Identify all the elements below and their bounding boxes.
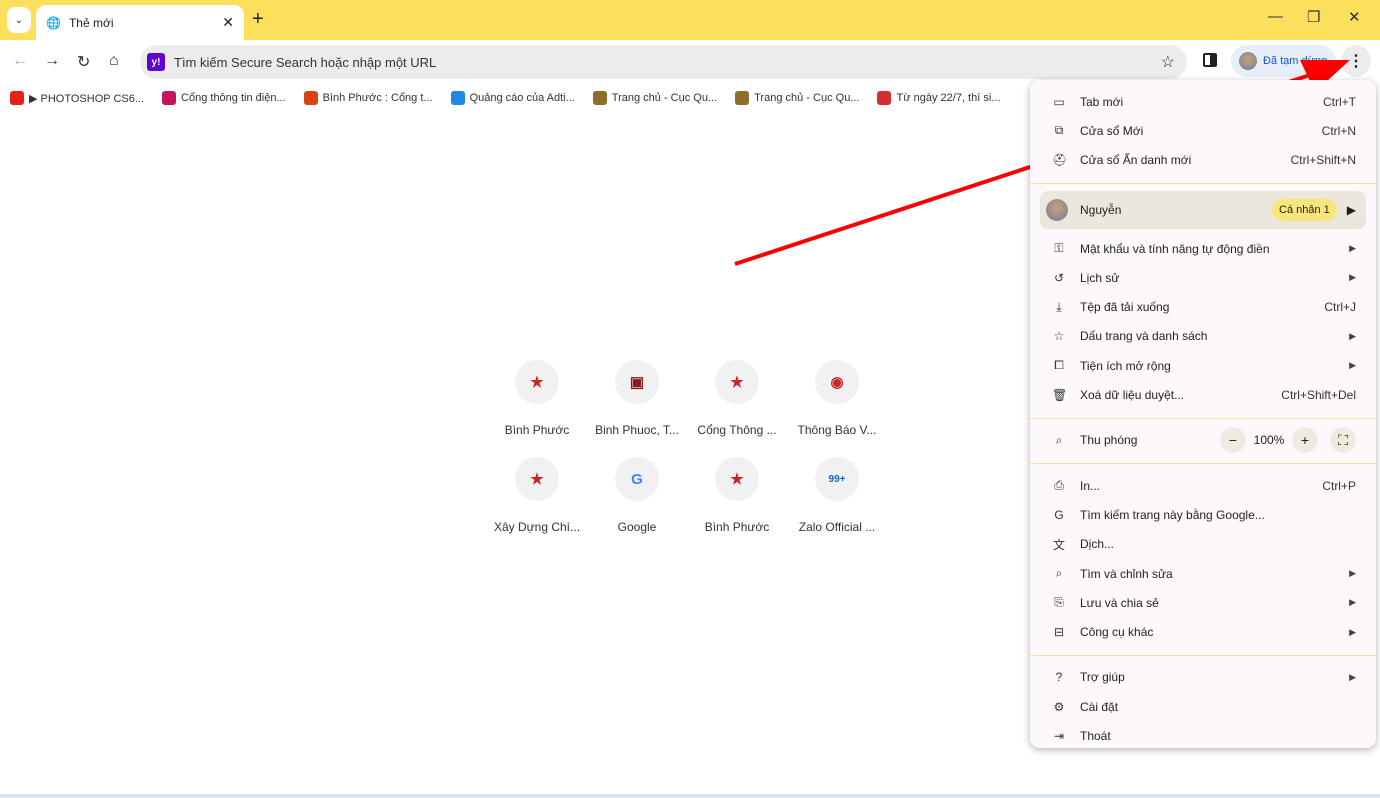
menu-item-shortcut: Ctrl+Shift+Del [1281,388,1356,403]
menu-item-shortcut: Ctrl+P [1322,478,1356,493]
star-icon: ☆ [1053,329,1065,344]
menu-item-find[interactable]: ⌕ Tìm và chỉnh sửa ▶ [1030,559,1376,588]
menu-item-label: Cửa sổ Mới [1080,123,1144,138]
menu-item-translate[interactable]: 文 Dịch... [1030,530,1376,559]
menu-item-label: Dấu trang và danh sách [1080,329,1208,344]
settings-icon: ⚙ [1053,699,1065,714]
download-icon: ⤓ [1056,299,1062,314]
menu-item-shortcut: Ctrl+N [1321,123,1356,138]
menu-item-label: Tiện ích mở rộng [1080,358,1171,373]
zoom-controls: −100% + ⛶ [1220,427,1356,454]
zoom-out-button[interactable]: − [1220,427,1246,454]
fullscreen-button[interactable]: ⛶ [1330,427,1356,454]
find-icon: ⌕ [1055,566,1063,580]
chevron-right-icon: ▶ [1346,202,1356,217]
menu-item-label: Tab mới [1080,94,1124,109]
zoom-level: 100% [1253,433,1285,448]
menu-item-settings[interactable]: ⚙ Cài đặt [1030,692,1376,721]
menu-item-label: Thu phóng [1080,433,1138,448]
menu-item-extension[interactable]: ⧠ Tiện ích mở rộng ▶ [1030,351,1376,380]
menu-item-exit[interactable]: ⇥ Thoát [1030,721,1376,750]
save-share-icon: ⎘ [1054,595,1064,610]
menu-item-help[interactable]: ? Trợ giúp ▶ [1030,663,1376,692]
menu-divider [1030,410,1376,426]
menu-item-zoom: ⌕ Thu phóng −100% + ⛶ [1030,426,1376,455]
menu-item-label: Cửa sổ Ẩn danh mới [1080,153,1192,168]
menu-item-shortcut: Ctrl+Shift+N [1290,153,1356,168]
incognito-icon: ⛑ [1052,153,1068,168]
profile-name: Nguyễn [1080,202,1122,217]
menu-item-label: Dịch... [1080,537,1115,552]
chrome-menu: ▭ Tab mới Ctrl+T ⧉ Cửa sổ Mới Ctrl+N ⛑ Cửa sổ Ẩ… [1030,80,1376,748]
menu-item-print[interactable]: ⎙ In... Ctrl+P [1030,471,1376,500]
menu-item-download[interactable]: ⤓ Tệp đã tải xuống Ctrl+J [1030,292,1376,321]
menu-item-label: Tìm kiếm trang này bằng Google... [1080,507,1265,522]
toolbox-icon: ⊟ [1053,625,1065,640]
menu-item-label: Lưu và chia sẻ [1080,595,1159,610]
menu-item-label: Mật khẩu và tính năng tự động điền [1080,241,1270,256]
translate-icon: 文 [1052,537,1065,552]
history-icon: ↺ [1053,270,1065,285]
chevron-right-icon: ▶ [1349,360,1356,371]
avatar [1046,198,1068,221]
chevron-right-icon: ▶ [1349,597,1356,608]
menu-item-label: In... [1080,478,1101,493]
menu-item-label: Lịch sử [1080,270,1120,285]
new-window-icon: ⧉ [1054,123,1064,138]
menu-item-star[interactable]: ☆ Dấu trang và danh sách ▶ [1030,322,1376,351]
profile-badge: Cá nhân 1 [1272,198,1337,221]
menu-item-label: Tìm và chỉnh sửa [1080,566,1173,581]
exit-icon: ⇥ [1053,728,1065,743]
menu-item-label: Công cụ khác [1080,625,1154,640]
print-icon: ⎙ [1054,478,1064,493]
chevron-right-icon: ▶ [1349,272,1356,283]
menu-item-trash[interactable]: 🗑 Xoá dữ liệu duyệt... Ctrl+Shift+Del [1030,380,1376,409]
menu-divider [1030,455,1376,471]
menu-item-tab[interactable]: ▭ Tab mới Ctrl+T [1030,87,1376,116]
chevron-right-icon: ▶ [1349,243,1356,254]
chevron-right-icon: ▶ [1349,330,1356,341]
chevron-right-icon: ▶ [1349,671,1356,682]
taskbar-edge [0,794,1380,798]
menu-item-toolbox[interactable]: ⊟ Công cụ khác ▶ [1030,617,1376,646]
chevron-right-icon: ▶ [1349,568,1356,578]
menu-item-shortcut: Ctrl+J [1324,300,1356,315]
key-icon: ⚿ [1054,241,1064,256]
menu-item-google[interactable]: G Tìm kiếm trang này bằng Google... [1030,500,1376,529]
menu-item-new-window[interactable]: ⧉ Cửa sổ Mới Ctrl+N [1030,116,1376,145]
trash-icon: 🗑 [1052,388,1068,403]
chevron-right-icon: ▶ [1349,626,1356,637]
tab-icon: ▭ [1053,94,1065,109]
menu-profile-row[interactable]: Nguyễn Cá nhân 1 ▶ [1040,190,1366,229]
menu-item-label: Tệp đã tải xuống [1080,300,1170,315]
menu-item-shortcut: Ctrl+T [1323,94,1356,109]
zoom-in-button[interactable]: + [1292,427,1318,454]
menu-item-history[interactable]: ↺ Lịch sử ▶ [1030,263,1376,292]
menu-divider [1030,647,1376,663]
menu-item-save-share[interactable]: ⎘ Lưu và chia sẻ ▶ [1030,588,1376,617]
menu-item-label: Trợ giúp [1080,670,1125,685]
extension-icon: ⧠ [1054,358,1064,373]
menu-item-incognito[interactable]: ⛑ Cửa sổ Ẩn danh mới Ctrl+Shift+N [1030,146,1376,175]
help-icon: ? [1055,670,1063,685]
menu-item-label: Cài đặt [1080,699,1119,714]
menu-item-key[interactable]: ⚿ Mật khẩu và tính năng tự động điền ▶ [1030,234,1376,263]
zoom-icon: ⌕ [1055,432,1063,447]
google-icon: G [1054,507,1064,522]
menu-divider [1030,175,1376,191]
menu-item-label: Thoát [1080,728,1111,743]
menu-item-label: Xoá dữ liệu duyệt... [1080,388,1185,403]
